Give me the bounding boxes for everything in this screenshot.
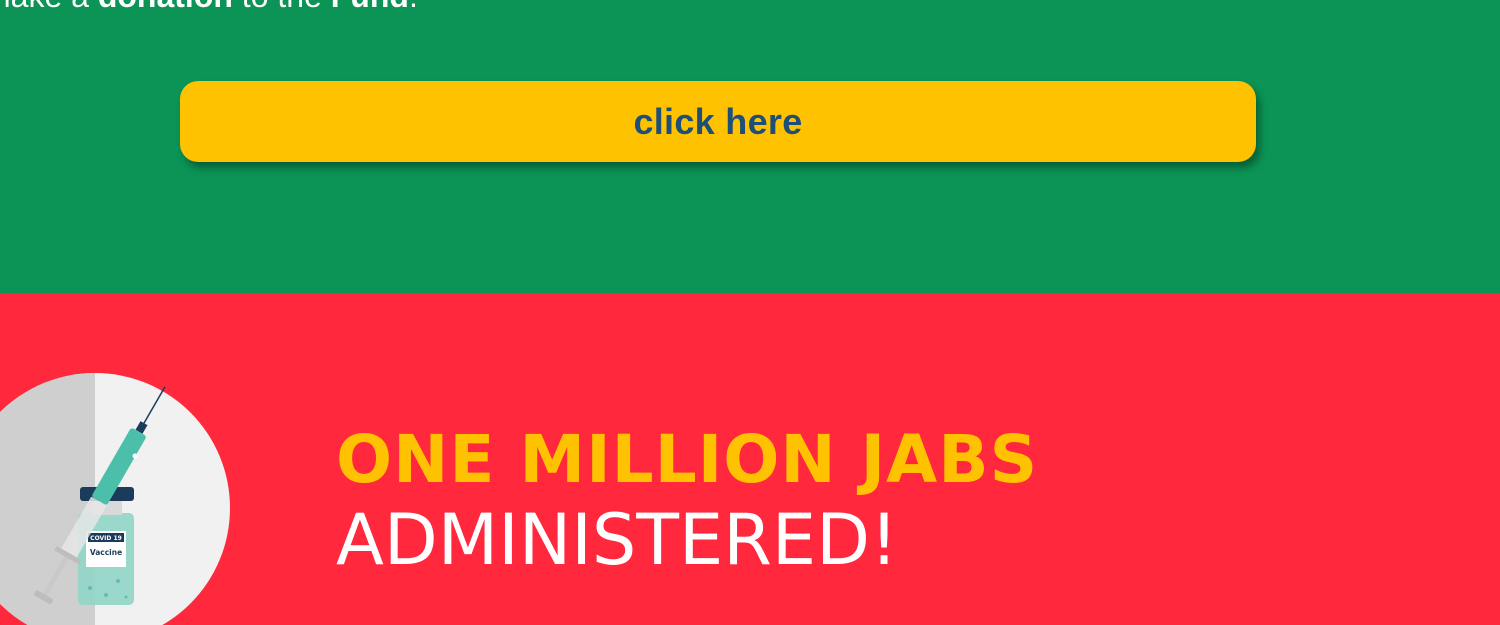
click-here-button[interactable]: click here [180,81,1256,162]
donation-word: donation [98,0,233,14]
donation-suffix: . [409,0,418,14]
sparkle-dot [132,453,138,459]
vial-label-top: COVID 19 [90,535,122,542]
milestone-headline: ONE MILLION JABS ADMINISTERED! [336,421,1038,581]
click-here-label: click here [633,100,803,142]
donation-text: make a donation to the Fund. [0,0,418,16]
fund-word: Fund [331,0,409,14]
donation-prefix: make a [0,0,98,14]
milestone-section: COVID 19 Vaccine ONE MILLION JABS ADMINI… [0,293,1500,625]
vial-label-bottom: Vaccine [90,548,122,557]
headline-line-2: ADMINISTERED! [336,499,899,581]
donation-middle: to the [233,0,331,14]
vaccine-illustration: COVID 19 Vaccine [0,373,230,625]
page: make a donation to the Fund. click here [0,0,1500,625]
donation-section: make a donation to the Fund. click here [0,0,1500,293]
headline-line-1: ONE MILLION JABS [336,421,1039,498]
